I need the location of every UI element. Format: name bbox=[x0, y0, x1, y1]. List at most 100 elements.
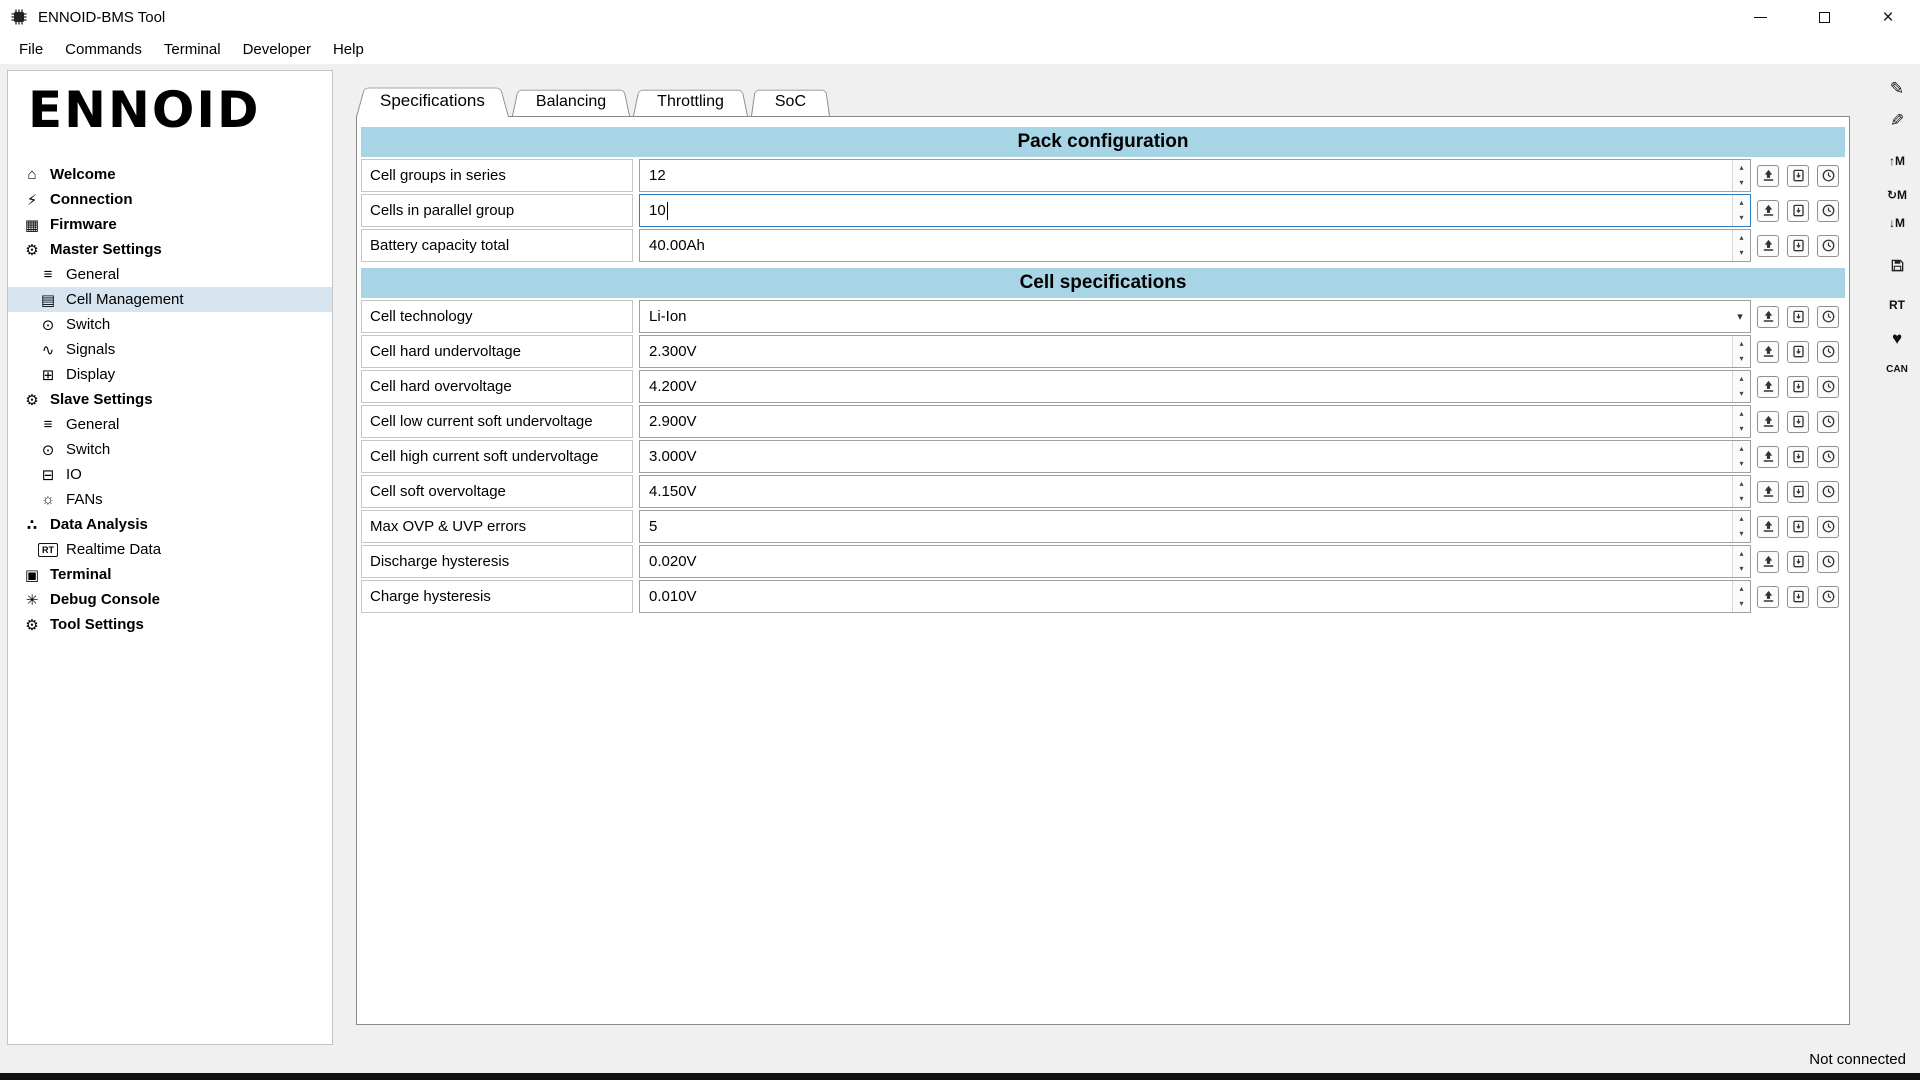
default-value-button[interactable] bbox=[1817, 446, 1839, 468]
minimize-button[interactable] bbox=[1728, 0, 1792, 34]
write-app-config-button[interactable]: ✎ bbox=[1882, 76, 1912, 102]
default-value-button[interactable] bbox=[1817, 586, 1839, 608]
param-dropdown[interactable]: Li-Ion ▾ bbox=[639, 300, 1751, 333]
sidebar-item-firmware[interactable]: ▦ Firmware bbox=[8, 212, 332, 237]
spin-down-button[interactable]: ▾ bbox=[1733, 422, 1750, 438]
keep-alive-button[interactable]: ♥ bbox=[1882, 326, 1912, 352]
param-spinbox[interactable]: 4.200V ▴ ▾ bbox=[639, 370, 1751, 403]
spin-down-button[interactable]: ▾ bbox=[1733, 597, 1750, 613]
param-spinbox[interactable]: 5 ▴ ▾ bbox=[639, 510, 1751, 543]
save-config-button[interactable] bbox=[1882, 252, 1912, 278]
spin-down-button[interactable]: ▾ bbox=[1733, 562, 1750, 578]
param-spinbox[interactable]: 12 ▴ ▾ bbox=[639, 159, 1751, 192]
tab-soc[interactable]: SoC bbox=[751, 87, 830, 116]
spin-up-button[interactable]: ▴ bbox=[1733, 581, 1750, 597]
spin-up-button[interactable]: ▴ bbox=[1733, 546, 1750, 562]
write-value-button[interactable] bbox=[1757, 306, 1779, 328]
sidebar-item-realtime-data[interactable]: RT Realtime Data bbox=[8, 537, 332, 562]
dropdown-arrow-icon[interactable]: ▾ bbox=[1730, 301, 1750, 332]
default-value-button[interactable] bbox=[1817, 376, 1839, 398]
read-value-button[interactable] bbox=[1787, 200, 1809, 222]
restore-button[interactable] bbox=[1792, 0, 1856, 34]
read-value-button[interactable] bbox=[1787, 586, 1809, 608]
spin-down-button[interactable]: ▾ bbox=[1733, 492, 1750, 508]
tab-balancing[interactable]: Balancing bbox=[512, 87, 630, 116]
param-spinbox[interactable]: 3.000V ▴ ▾ bbox=[639, 440, 1751, 473]
sidebar-item-welcome[interactable]: ⌂ Welcome bbox=[8, 162, 332, 187]
param-spinbox[interactable]: 2.300V ▴ ▾ bbox=[639, 335, 1751, 368]
spin-down-button[interactable]: ▾ bbox=[1733, 246, 1750, 262]
read-value-button[interactable] bbox=[1787, 165, 1809, 187]
menu-help[interactable]: Help bbox=[322, 37, 375, 62]
sidebar-item-connection[interactable]: ⚡ Connection bbox=[8, 187, 332, 212]
read-bms-config-button[interactable]: ↓M bbox=[1882, 210, 1912, 236]
read-value-button[interactable] bbox=[1787, 235, 1809, 257]
param-spinbox[interactable]: 4.150V ▴ ▾ bbox=[639, 475, 1751, 508]
param-spinbox[interactable]: 0.010V ▴ ▾ bbox=[639, 580, 1751, 613]
realtime-data-button[interactable]: RT bbox=[1882, 292, 1912, 318]
default-value-button[interactable] bbox=[1817, 341, 1839, 363]
menu-developer[interactable]: Developer bbox=[232, 37, 322, 62]
write-bms-config-button[interactable]: ↑M bbox=[1882, 148, 1912, 174]
tab-throttling[interactable]: Throttling bbox=[633, 87, 748, 116]
sidebar-item-tool-settings[interactable]: ⚙ Tool Settings bbox=[8, 612, 332, 637]
spin-up-button[interactable]: ▴ bbox=[1733, 160, 1750, 176]
write-value-button[interactable] bbox=[1757, 341, 1779, 363]
write-value-button[interactable] bbox=[1757, 446, 1779, 468]
spin-down-button[interactable]: ▾ bbox=[1733, 352, 1750, 368]
write-value-button[interactable] bbox=[1757, 516, 1779, 538]
default-value-button[interactable] bbox=[1817, 516, 1839, 538]
reload-bms-config-button[interactable]: ↻M bbox=[1882, 182, 1912, 208]
sidebar-item-io[interactable]: ⊟ IO bbox=[8, 462, 332, 487]
param-spinbox[interactable]: 0.020V ▴ ▾ bbox=[639, 545, 1751, 578]
spin-down-button[interactable]: ▾ bbox=[1733, 211, 1750, 227]
read-value-button[interactable] bbox=[1787, 551, 1809, 573]
write-value-button[interactable] bbox=[1757, 376, 1779, 398]
default-value-button[interactable] bbox=[1817, 306, 1839, 328]
spin-down-button[interactable]: ▾ bbox=[1733, 387, 1750, 403]
sidebar-item-slave-switch[interactable]: ⊙ Switch bbox=[8, 437, 332, 462]
spin-up-button[interactable]: ▴ bbox=[1733, 371, 1750, 387]
sidebar-item-master-settings[interactable]: ⚙ Master Settings bbox=[8, 237, 332, 262]
default-value-button[interactable] bbox=[1817, 165, 1839, 187]
spin-down-button[interactable]: ▾ bbox=[1733, 457, 1750, 473]
read-value-button[interactable] bbox=[1787, 306, 1809, 328]
param-spinbox-focused[interactable]: 10 ▴ ▾ bbox=[639, 194, 1751, 227]
spin-up-button[interactable]: ▴ bbox=[1733, 476, 1750, 492]
sidebar-item-master-general[interactable]: ≡ General bbox=[8, 262, 332, 287]
write-value-button[interactable] bbox=[1757, 551, 1779, 573]
write-value-button[interactable] bbox=[1757, 200, 1779, 222]
sidebar-item-data-analysis[interactable]: ∴ Data Analysis bbox=[8, 512, 332, 537]
sidebar-item-fans[interactable]: ☼ FANs bbox=[8, 487, 332, 512]
default-value-button[interactable] bbox=[1817, 411, 1839, 433]
read-app-config-button[interactable]: ✎ bbox=[1882, 108, 1912, 134]
spin-up-button[interactable]: ▴ bbox=[1733, 230, 1750, 246]
default-value-button[interactable] bbox=[1817, 200, 1839, 222]
spin-up-button[interactable]: ▴ bbox=[1733, 336, 1750, 352]
default-value-button[interactable] bbox=[1817, 235, 1839, 257]
write-value-button[interactable] bbox=[1757, 235, 1779, 257]
read-value-button[interactable] bbox=[1787, 341, 1809, 363]
read-value-button[interactable] bbox=[1787, 481, 1809, 503]
sidebar-item-slave-settings[interactable]: ⚙ Slave Settings bbox=[8, 387, 332, 412]
default-value-button[interactable] bbox=[1817, 481, 1839, 503]
spin-up-button[interactable]: ▴ bbox=[1733, 195, 1750, 211]
sidebar-item-slave-general[interactable]: ≡ General bbox=[8, 412, 332, 437]
tab-specifications[interactable]: Specifications bbox=[356, 84, 509, 117]
close-button[interactable]: × bbox=[1856, 0, 1920, 34]
sidebar-item-display[interactable]: ⊞ Display bbox=[8, 362, 332, 387]
sidebar-item-master-switch[interactable]: ⊙ Switch bbox=[8, 312, 332, 337]
write-value-button[interactable] bbox=[1757, 165, 1779, 187]
read-value-button[interactable] bbox=[1787, 376, 1809, 398]
sidebar-item-cell-management[interactable]: ▤ Cell Management bbox=[8, 287, 332, 312]
write-value-button[interactable] bbox=[1757, 481, 1779, 503]
default-value-button[interactable] bbox=[1817, 551, 1839, 573]
sidebar-item-signals[interactable]: ∿ Signals bbox=[8, 337, 332, 362]
param-spinbox[interactable]: 40.00Ah ▴ ▾ bbox=[639, 229, 1751, 262]
param-spinbox[interactable]: 2.900V ▴ ▾ bbox=[639, 405, 1751, 438]
write-value-button[interactable] bbox=[1757, 411, 1779, 433]
spin-down-button[interactable]: ▾ bbox=[1733, 176, 1750, 192]
write-value-button[interactable] bbox=[1757, 586, 1779, 608]
sidebar-item-debug-console[interactable]: ✳ Debug Console bbox=[8, 587, 332, 612]
can-forward-button[interactable]: CAN bbox=[1882, 356, 1912, 382]
